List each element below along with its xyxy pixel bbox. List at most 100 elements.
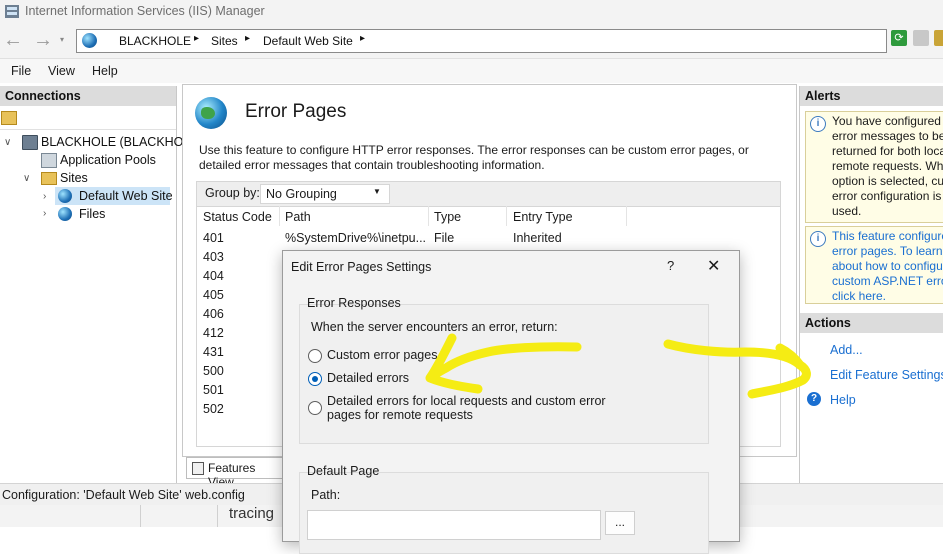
group-by-label: Group by: <box>205 186 260 200</box>
expand-chevron-icon[interactable]: ∨ <box>23 173 30 184</box>
connections-toolbar <box>0 107 176 130</box>
forward-arrow-icon[interactable]: → <box>32 30 54 52</box>
website-globe-icon <box>58 189 72 203</box>
add-action-link[interactable]: Add... <box>830 343 863 357</box>
back-arrow-icon[interactable]: ← <box>2 30 24 52</box>
breadcrumb-separator[interactable]: ▸ <box>194 33 199 44</box>
globe-icon <box>82 33 97 48</box>
address-bar[interactable]: BLACKHOLE ▸ Sites ▸ Default Web Site ▸ <box>76 29 887 53</box>
alert-link-text[interactable]: This feature configure error pages. To l… <box>832 229 943 304</box>
tab-features-view[interactable]: Features View <box>186 457 284 489</box>
browse-button[interactable]: ... <box>605 511 635 535</box>
table-row[interactable]: 406 <box>203 307 224 321</box>
info-icon: i <box>810 116 826 132</box>
label-custom-error-pages[interactable]: Custom error pages <box>327 348 437 362</box>
table-row[interactable]: 403 <box>203 250 224 264</box>
error-pages-globe-icon <box>195 97 227 129</box>
path-label: Path: <box>311 488 341 502</box>
refresh-icon[interactable]: ⟳ <box>891 30 907 46</box>
column-header-status-code[interactable]: Status Code <box>203 210 272 224</box>
history-dropdown-icon[interactable]: ▾ <box>60 35 64 44</box>
column-header-path[interactable]: Path <box>285 210 311 224</box>
files-globe-icon <box>58 207 72 221</box>
status-text: Configuration: 'Default Web Site' web.co… <box>2 488 245 502</box>
edit-feature-settings-link[interactable]: Edit Feature Settings... <box>830 368 943 382</box>
home-icon[interactable] <box>934 30 943 46</box>
background-text: tracing <box>229 505 275 522</box>
stop-icon[interactable] <box>913 30 929 46</box>
dialog-close-button[interactable]: ✕ <box>707 256 720 276</box>
label-detailed-errors[interactable]: Detailed errors <box>327 371 409 385</box>
group-by-value: No Grouping <box>266 187 337 201</box>
tree-item-sites[interactable]: Sites <box>60 171 88 185</box>
cell-type: File <box>434 231 455 245</box>
breadcrumb-separator[interactable]: ▸ <box>360 33 365 44</box>
help-action-link[interactable]: Help <box>830 393 856 407</box>
edit-error-pages-dialog: Edit Error Pages Settings ? ✕ Error Resp… <box>282 250 740 554</box>
collapse-chevron-icon[interactable]: › <box>43 191 46 202</box>
iis-app-icon <box>5 5 19 18</box>
alert-aspnet-info[interactable]: i This feature configure error pages. To… <box>805 226 943 304</box>
title-bar: Internet Information Services (IIS) Mana… <box>0 0 943 24</box>
default-page-title: Default Page <box>307 464 380 478</box>
table-row[interactable]: 401 %SystemDrive%\inetpu... File Inherit… <box>197 229 780 248</box>
dialog-title: Edit Error Pages Settings <box>291 260 432 274</box>
breadcrumb-separator[interactable]: ▸ <box>245 33 250 44</box>
tree-item-server[interactable]: BLACKHOLE (BLACKHOLE <box>41 135 199 149</box>
breadcrumb-sites[interactable]: Sites <box>211 34 238 48</box>
breadcrumb-default-web-site[interactable]: Default Web Site <box>263 34 353 48</box>
column-divider <box>626 206 627 226</box>
cell-entry-type: Inherited <box>513 231 562 245</box>
menu-file[interactable]: File <box>11 64 31 78</box>
group-by-select[interactable]: No Grouping ▼ <box>260 184 390 204</box>
column-divider <box>279 206 280 226</box>
column-header-type[interactable]: Type <box>434 210 461 224</box>
server-icon <box>22 135 38 150</box>
alert-detailed-errors: i You have configured error messages to … <box>805 111 943 223</box>
radio-detailed-local-custom-remote[interactable] <box>308 401 322 415</box>
cell-status-code: 401 <box>203 231 224 245</box>
alert-text: You have configured error messages to be… <box>832 114 943 218</box>
column-divider <box>217 505 218 527</box>
table-row[interactable]: 501 <box>203 383 224 397</box>
collapse-chevron-icon[interactable]: › <box>43 208 46 219</box>
tree-item-default-web-site[interactable]: Default Web Site <box>79 189 173 203</box>
app-pools-icon <box>41 153 57 168</box>
help-icon[interactable]: ? <box>807 392 821 406</box>
page-title: Error Pages <box>245 101 347 122</box>
connect-icon[interactable] <box>1 111 17 125</box>
connections-header: Connections <box>0 86 176 106</box>
table-row[interactable]: 431 <box>203 345 224 359</box>
tree-item-files[interactable]: Files <box>79 207 105 221</box>
dialog-help-button[interactable]: ? <box>667 258 674 273</box>
column-divider <box>140 505 141 527</box>
info-icon: i <box>810 231 826 247</box>
label-detailed-local-custom-remote[interactable]: Detailed errors for local requests and c… <box>327 394 627 422</box>
cell-path: %SystemDrive%\inetpu... <box>285 231 427 245</box>
actions-header: Actions <box>800 313 943 333</box>
expand-chevron-icon[interactable]: ∨ <box>4 137 11 148</box>
radio-detailed-errors[interactable] <box>308 372 322 386</box>
table-row[interactable]: 502 <box>203 402 224 416</box>
table-row[interactable]: 405 <box>203 288 224 302</box>
sites-folder-icon <box>41 172 57 185</box>
table-row[interactable]: 500 <box>203 364 224 378</box>
window-title: Internet Information Services (IIS) Mana… <box>25 4 265 18</box>
dropdown-arrow-icon: ▼ <box>373 187 381 196</box>
connections-panel: Connections ∨ BLACKHOLE (BLACKHOLE Appli… <box>0 86 199 483</box>
feature-description: Use this feature to configure HTTP error… <box>199 143 749 172</box>
path-input[interactable] <box>307 510 601 540</box>
menu-bar: File View Help <box>0 59 943 83</box>
table-row[interactable]: 404 <box>203 269 224 283</box>
navigation-bar: ← → ▾ BLACKHOLE ▸ Sites ▸ Default Web Si… <box>0 24 943 59</box>
breadcrumb-server[interactable]: BLACKHOLE <box>119 34 191 48</box>
menu-help[interactable]: Help <box>92 64 118 78</box>
error-responses-title: Error Responses <box>307 296 401 310</box>
tree-item-application-pools[interactable]: Application Pools <box>60 153 156 167</box>
radio-custom-error-pages[interactable] <box>308 349 322 363</box>
table-row[interactable]: 412 <box>203 326 224 340</box>
features-view-icon <box>192 462 204 475</box>
menu-view[interactable]: View <box>48 64 75 78</box>
column-header-entry-type[interactable]: Entry Type <box>513 210 573 224</box>
alerts-header: Alerts <box>800 86 943 106</box>
